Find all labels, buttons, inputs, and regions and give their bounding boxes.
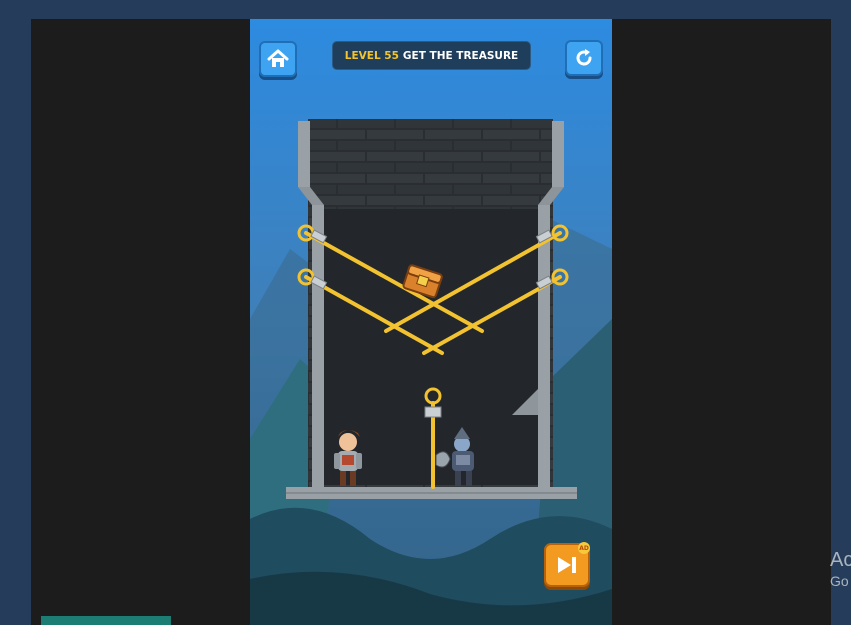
game-scene bbox=[250, 19, 612, 625]
game-canvas: LEVEL 55 GET THE TREASURE AD bbox=[250, 19, 612, 625]
ad-overlay[interactable]: Ac Go bbox=[830, 548, 851, 590]
tower-wall-left-upper bbox=[298, 121, 310, 187]
level-objective: GET THE TREASURE bbox=[402, 49, 519, 62]
level-banner: LEVEL 55 GET THE TREASURE bbox=[332, 41, 531, 70]
ad-overlay-line2: Go bbox=[830, 573, 849, 589]
tower-wall-right-lower bbox=[538, 205, 550, 487]
bottom-progress-bar bbox=[41, 616, 171, 625]
ad-badge: AD bbox=[578, 542, 590, 554]
level-label: LEVEL 55 bbox=[344, 49, 399, 62]
skip-forward-icon bbox=[558, 557, 576, 573]
restart-button[interactable] bbox=[565, 40, 603, 76]
home-button[interactable] bbox=[259, 41, 297, 77]
tower-wall-right-upper bbox=[552, 121, 564, 187]
home-icon bbox=[267, 49, 289, 67]
tower-wall-left-lower bbox=[312, 205, 324, 487]
ad-overlay-line1: Ac bbox=[830, 549, 851, 571]
restart-icon bbox=[576, 49, 592, 66]
